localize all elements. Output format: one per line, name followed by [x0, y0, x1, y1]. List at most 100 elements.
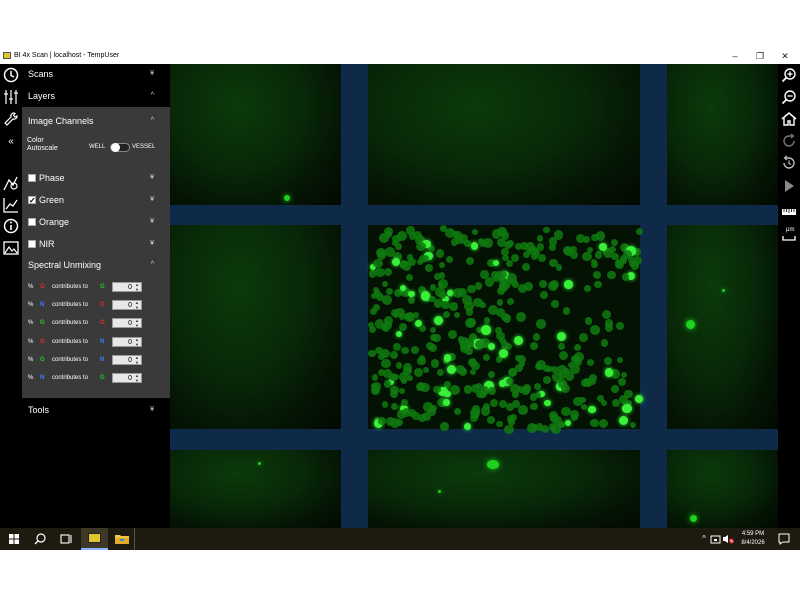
restore-button[interactable]: ❐	[749, 49, 771, 63]
spinner-arrows-icon[interactable]: ▲ ▼	[135, 300, 139, 310]
cell	[473, 297, 483, 307]
cell	[506, 298, 514, 306]
cell	[390, 385, 399, 395]
image-channels-header[interactable]: Image Channels ^	[28, 112, 164, 130]
info-icon[interactable]	[3, 218, 19, 234]
fluorescent-spot	[284, 195, 290, 201]
cell	[584, 317, 593, 325]
history-icon[interactable]	[781, 155, 797, 171]
search-icon[interactable]	[32, 531, 48, 547]
channel-row-green[interactable]: ✓ Green ¥	[28, 192, 164, 208]
autoscale-toggle[interactable]	[110, 143, 130, 152]
chevron-down-icon: ¥	[150, 196, 154, 203]
cell	[599, 242, 608, 251]
unmixing-row: % Ncontributes to O 0 ▲ ▼	[28, 299, 164, 311]
cell	[498, 348, 508, 358]
collapse-panel-icon[interactable]: «	[3, 134, 19, 150]
spinner-arrows-icon[interactable]: ▲ ▼	[135, 282, 139, 292]
left-panel: Scans ¥ Layers ^ Image Channels ^ Color …	[22, 64, 170, 528]
cell	[616, 321, 625, 330]
cell	[408, 290, 415, 298]
cell	[498, 283, 508, 293]
notifications-icon[interactable]	[776, 531, 792, 547]
play-icon[interactable]	[781, 178, 797, 194]
channel-row-phase[interactable]: Phase ¥	[28, 170, 164, 186]
toggle-knob	[111, 143, 120, 152]
ruler-icon[interactable]	[781, 204, 797, 220]
taskbar-app-scan[interactable]	[81, 528, 108, 550]
spinner-arrows-icon[interactable]: ▲ ▼	[135, 373, 139, 383]
windows-start-icon[interactable]	[6, 531, 22, 547]
cell	[555, 264, 562, 271]
scale-bar-icon[interactable]: μm	[781, 226, 797, 242]
system-clock[interactable]: 4:59 PM 8/4/2026	[735, 530, 771, 548]
green-checkbox[interactable]: ✓	[28, 196, 36, 205]
cell	[447, 365, 457, 375]
spectral-unmixing-header[interactable]: Spectral Unmixing ^	[28, 256, 164, 274]
spinner-arrows-icon[interactable]: ▲ ▼	[135, 337, 139, 347]
image-tile	[667, 225, 778, 429]
cell	[418, 324, 426, 332]
channel-row-nir[interactable]: NIR ¥	[28, 236, 164, 252]
cell	[384, 247, 395, 258]
image-tile	[368, 450, 640, 528]
home-icon[interactable]	[781, 111, 797, 127]
fluorescent-spot	[438, 490, 441, 493]
tools-section-header[interactable]: Tools ¥	[28, 401, 164, 419]
cell	[373, 258, 383, 269]
cell	[416, 241, 426, 251]
scans-section-header[interactable]: Scans ¥	[28, 65, 164, 83]
spinner-arrows-icon[interactable]: ▲ ▼	[135, 355, 139, 365]
source-channel-label: O	[40, 338, 45, 345]
cell	[497, 226, 507, 237]
volume-muted-icon[interactable]	[720, 531, 736, 547]
image-viewport[interactable]	[170, 64, 778, 528]
file-explorer-icon[interactable]	[114, 531, 130, 547]
contributes-to-label: contributes to	[52, 284, 89, 290]
cell	[417, 414, 426, 422]
source-channel-label: O	[40, 284, 45, 290]
cell	[531, 424, 538, 432]
cell	[536, 235, 544, 242]
cell	[498, 380, 507, 388]
scale-bar-label: μm	[786, 227, 795, 233]
zoom-in-icon[interactable]	[781, 67, 797, 83]
close-button[interactable]: ✕	[774, 49, 796, 63]
cell	[511, 253, 520, 262]
window-title: BI 4x Scan | localhost - TempUser	[14, 52, 120, 59]
image-export-icon[interactable]	[3, 240, 19, 256]
cell	[536, 319, 546, 329]
layers-sliders-icon[interactable]	[3, 89, 19, 105]
minimize-button[interactable]: –	[724, 49, 746, 63]
chevron-down-icon: ¥	[150, 218, 154, 225]
unmixing-row: % Ocontributes to G 0 ▲ ▼	[28, 281, 164, 293]
cell	[383, 268, 393, 277]
zoom-out-icon[interactable]	[781, 89, 797, 105]
cell	[618, 416, 628, 426]
cell	[389, 350, 399, 360]
cell	[540, 424, 549, 434]
spinner-arrows-icon[interactable]: ▲ ▼	[135, 318, 139, 328]
clock-icon[interactable]	[3, 67, 19, 83]
fluorescent-spot	[258, 462, 261, 465]
layers-section-header[interactable]: Layers ^	[28, 87, 164, 105]
cell	[604, 324, 613, 333]
cell	[439, 291, 447, 299]
cell	[618, 377, 627, 386]
task-view-icon[interactable]	[58, 531, 74, 547]
cell	[434, 316, 444, 326]
channel-row-orange[interactable]: Orange ¥	[28, 214, 164, 230]
wrench-icon[interactable]	[3, 111, 19, 127]
redo-icon[interactable]	[781, 133, 797, 149]
analysis-settings-icon[interactable]	[3, 175, 19, 191]
target-channel-label: G	[100, 284, 105, 290]
cell	[406, 273, 414, 281]
contributes-to-label: contributes to	[52, 338, 89, 345]
scans-label: Scans	[28, 69, 54, 79]
phase-checkbox[interactable]	[28, 174, 36, 182]
cell	[470, 242, 479, 250]
graph-icon[interactable]	[3, 197, 19, 213]
cell	[594, 251, 603, 259]
nir-checkbox[interactable]	[28, 240, 36, 248]
orange-checkbox[interactable]	[28, 218, 36, 226]
